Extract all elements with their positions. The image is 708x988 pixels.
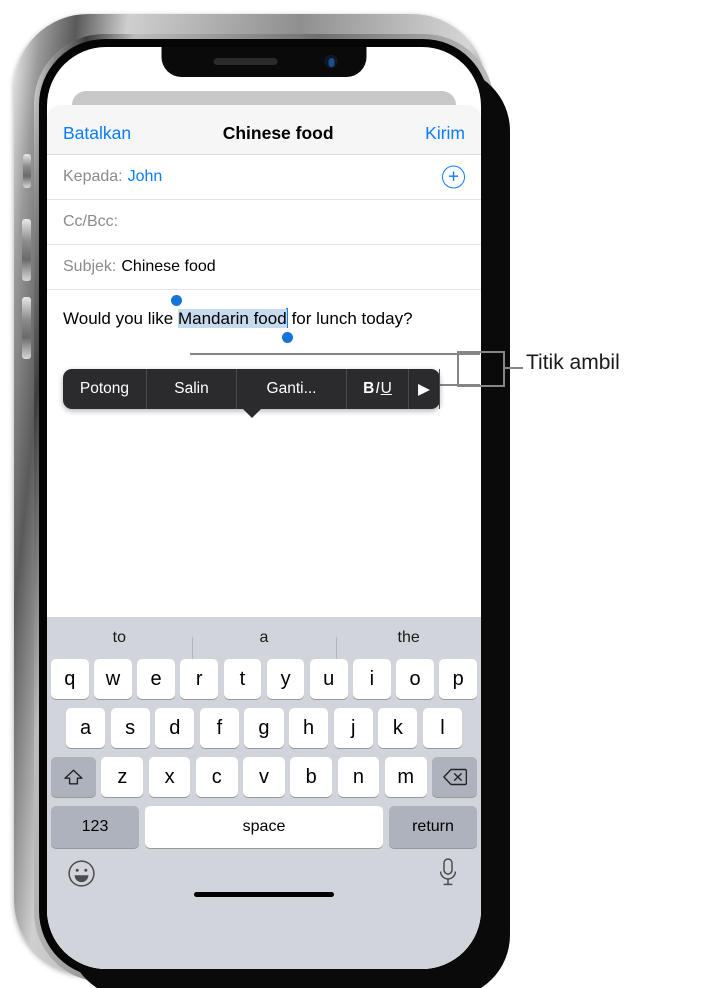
key-c[interactable]: c xyxy=(195,757,238,797)
smiley-face-icon[interactable] xyxy=(67,859,96,893)
shift-glyph xyxy=(64,769,83,784)
ccbcc-field[interactable]: Cc/Bcc: xyxy=(47,200,481,245)
key-k[interactable]: k xyxy=(378,708,418,748)
to-recipient[interactable]: John xyxy=(128,168,163,186)
status-time: 09.41 xyxy=(79,58,123,77)
selected-text-label: Mandarin food xyxy=(177,309,287,328)
compose-navbar: Batalkan Chinese food Kirim xyxy=(47,105,481,155)
key-b[interactable]: b xyxy=(290,757,333,797)
keyboard-row-2: a s d f g h j k l xyxy=(47,708,481,748)
key-g[interactable]: g xyxy=(244,708,284,748)
callout-connector xyxy=(505,367,523,369)
key-f[interactable]: f xyxy=(199,708,239,748)
key-e[interactable]: e xyxy=(137,659,175,699)
key-d[interactable]: d xyxy=(155,708,195,748)
key-a[interactable]: a xyxy=(66,708,106,748)
body-text-after: for lunch today? xyxy=(286,309,413,328)
selected-text[interactable]: Mandarin food xyxy=(171,295,294,343)
battery-full-icon xyxy=(429,61,457,73)
key-n[interactable]: n xyxy=(337,757,380,797)
page-title: Chinese food xyxy=(222,123,334,143)
prediction-1[interactable]: to xyxy=(47,629,192,647)
bold-icon: B xyxy=(363,380,375,397)
selection-end-handle[interactable] xyxy=(282,332,294,343)
key-h[interactable]: h xyxy=(289,708,329,748)
earpiece-speaker xyxy=(213,58,278,65)
menu-pointer-arrow xyxy=(241,408,262,418)
compose-sheet: Batalkan Chinese food Kirim Kepada: John… xyxy=(47,105,481,969)
italic-icon: I xyxy=(375,380,380,397)
wifi-icon xyxy=(406,61,423,72)
to-field-label: Kepada: xyxy=(63,168,123,185)
triangle-right-icon[interactable]: ▶ xyxy=(409,369,440,409)
menu-item-replace[interactable]: Ganti... xyxy=(237,369,347,409)
status-indicators xyxy=(382,61,457,73)
space-key[interactable]: space xyxy=(145,806,383,848)
numbers-key[interactable]: 123 xyxy=(51,806,139,848)
ccbcc-field-label: Cc/Bcc: xyxy=(63,213,119,230)
microphone-icon[interactable] xyxy=(437,857,459,894)
predictive-text-bar[interactable]: to a the xyxy=(47,617,481,659)
menu-item-format[interactable]: BIU xyxy=(347,369,409,409)
key-t[interactable]: t xyxy=(223,659,262,699)
key-z[interactable]: z xyxy=(101,757,144,797)
keyboard-row-3: z x c v b n m xyxy=(47,757,481,797)
screenshot-root: 09.41 Batalkan Chinese food Kirim Kepada… xyxy=(0,0,708,988)
keyboard-row-4: 123 space return xyxy=(47,806,481,848)
subject-value[interactable]: Chinese food xyxy=(121,258,215,276)
edit-context-menu[interactable]: Potong Salin Ganti... BIU ▶ xyxy=(63,369,440,418)
key-v[interactable]: v xyxy=(243,757,285,797)
message-body-text[interactable]: Would you like Mandarin food for lunch t… xyxy=(63,295,465,343)
front-camera-icon xyxy=(324,55,338,68)
callout-leader-top xyxy=(190,353,480,355)
key-j[interactable]: j xyxy=(333,708,373,748)
key-w[interactable]: w xyxy=(94,659,132,699)
key-x[interactable]: x xyxy=(148,757,191,797)
key-i[interactable]: i xyxy=(353,659,391,699)
home-indicator[interactable] xyxy=(194,892,334,897)
keyboard-bottom-bar xyxy=(47,853,481,907)
prediction-2[interactable]: a xyxy=(191,629,337,659)
volume-up-button[interactable] xyxy=(22,219,31,281)
key-l[interactable]: l xyxy=(422,708,462,748)
key-u[interactable]: u xyxy=(309,659,348,699)
body-text-before: Would you like xyxy=(63,309,178,328)
key-q[interactable]: q xyxy=(50,659,89,699)
silent-switch-button[interactable] xyxy=(23,154,31,188)
notch xyxy=(161,47,367,77)
shift-arrow-icon[interactable] xyxy=(50,757,96,797)
key-p[interactable]: p xyxy=(439,659,478,699)
phone-screen: 09.41 Batalkan Chinese food Kirim Kepada… xyxy=(47,47,481,969)
subject-field[interactable]: Subjek: Chinese food xyxy=(47,245,481,290)
phone-frame: 09.41 Batalkan Chinese food Kirim Kepada… xyxy=(14,14,510,988)
plus-circle-icon[interactable]: + xyxy=(442,165,465,189)
key-m[interactable]: m xyxy=(384,757,427,797)
microphone-glyph xyxy=(439,858,457,886)
backspace-glyph xyxy=(442,768,467,786)
callout-label: Titik ambil xyxy=(526,351,620,374)
underline-icon: U xyxy=(380,380,392,397)
cellular-signal-icon xyxy=(382,61,400,73)
volume-down-button[interactable] xyxy=(22,297,31,359)
selection-start-handle[interactable] xyxy=(171,295,183,306)
menu-item-copy[interactable]: Salin xyxy=(147,369,237,409)
keyboard-row-1: q w e r t y u i o p xyxy=(47,659,481,699)
key-y[interactable]: y xyxy=(266,659,305,699)
cancel-button[interactable]: Batalkan xyxy=(63,123,131,144)
key-o[interactable]: o xyxy=(396,659,434,699)
return-key[interactable]: return xyxy=(389,806,477,848)
callout-bracket xyxy=(457,351,505,387)
menu-item-cut[interactable]: Potong xyxy=(63,369,147,409)
on-screen-keyboard[interactable]: to a the q w e r t y u i o p a s d f g h… xyxy=(47,617,481,969)
backspace-icon[interactable] xyxy=(432,757,478,797)
prediction-3[interactable]: the xyxy=(336,629,481,659)
key-s[interactable]: s xyxy=(110,708,150,748)
to-field[interactable]: Kepada: John + xyxy=(47,155,481,200)
send-button[interactable]: Kirim xyxy=(425,123,465,144)
smiley-glyph xyxy=(68,860,95,887)
key-r[interactable]: r xyxy=(180,659,219,699)
subject-field-label: Subjek: xyxy=(63,258,117,275)
